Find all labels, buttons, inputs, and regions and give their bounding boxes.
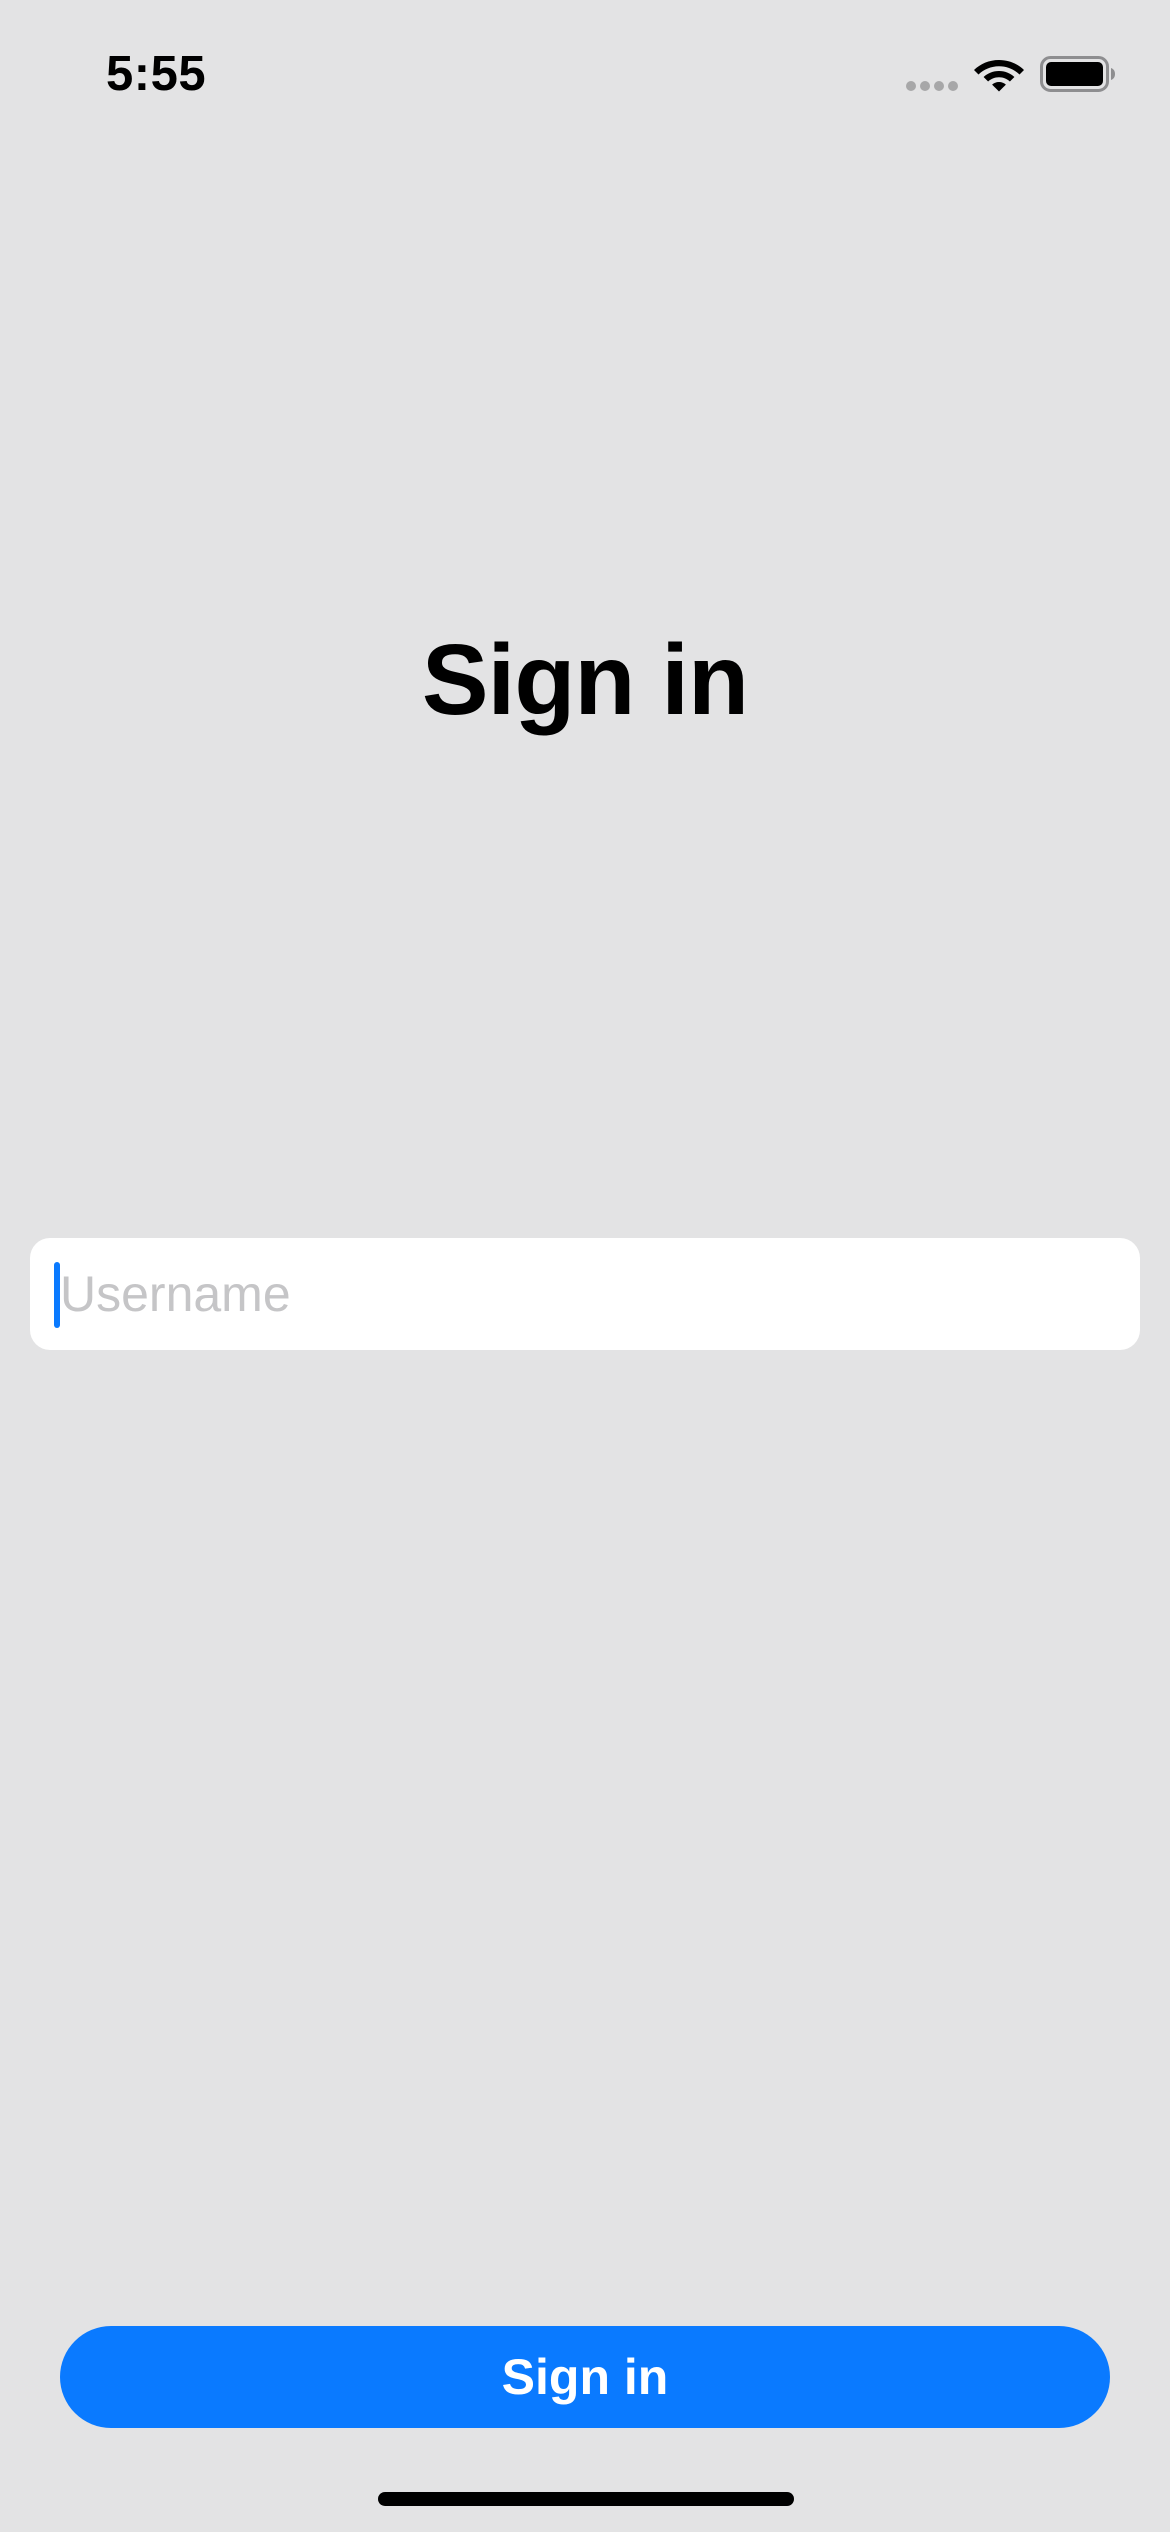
wifi-icon xyxy=(974,60,1024,92)
battery-icon xyxy=(1040,56,1115,92)
text-cursor xyxy=(54,1262,60,1328)
home-indicator[interactable] xyxy=(378,2492,794,2506)
page-title: Sign in xyxy=(421,624,749,736)
username-field[interactable] xyxy=(30,1238,1140,1350)
status-bar-time: 5:55 xyxy=(106,47,207,101)
username-input[interactable] xyxy=(56,1238,1116,1350)
sign-in-button[interactable]: Sign in xyxy=(60,2326,1110,2428)
cellular-signal-icon xyxy=(906,80,958,92)
